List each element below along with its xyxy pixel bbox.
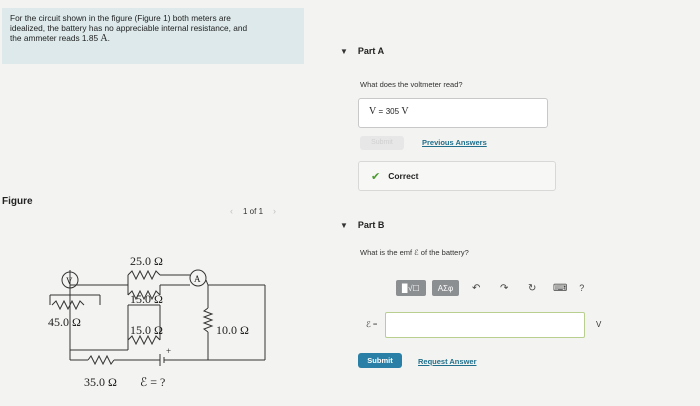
answer-value: 305 [385, 107, 400, 116]
label-15-ohm-lower: 15.0 Ω [130, 323, 163, 337]
figure-label: Figure [2, 196, 33, 207]
checkmark-icon: ✔ [371, 170, 381, 183]
request-answer-link[interactable]: Request Answer [418, 357, 477, 366]
part-b-title: Part B [357, 220, 385, 230]
part-a-question: What does the voltmeter read? [360, 80, 463, 89]
reset-icon[interactable]: ↻ [521, 283, 543, 294]
templates-button[interactable]: ▉√☐ [396, 280, 426, 296]
caret-down-icon: ▼ [340, 46, 348, 56]
part-b-header[interactable]: ▼ Part B [340, 220, 384, 230]
ammeter-unit: A [100, 33, 108, 44]
redo-icon[interactable]: ↷ [493, 283, 515, 294]
battery-plus-symbol: + [166, 346, 171, 356]
caret-down-icon: ▼ [340, 220, 348, 230]
label-25-ohm: 25.0 Ω [130, 254, 163, 268]
keyboard-icon[interactable]: ⌨ [549, 283, 571, 294]
next-figure-icon[interactable]: › [273, 206, 276, 216]
correct-label: Correct [388, 171, 419, 181]
part-a-title: Part A [357, 46, 385, 56]
part-a-header[interactable]: ▼ Part A [340, 46, 384, 56]
problem-line-3: the ammeter reads 1.85 A. [10, 33, 110, 44]
answer-variable: V [369, 106, 377, 117]
part-b-question: What is the emf ℰ of the battery? [360, 248, 469, 257]
part-a-submit-button[interactable]: Submit [360, 136, 404, 150]
circuit-diagram: 25.0 Ω 15.0 Ω 45.0 Ω 15.0 Ω 10.0 Ω 35.0 … [48, 254, 266, 389]
ammeter-symbol: A [194, 274, 201, 284]
label-35-ohm: 35.0 Ω [84, 375, 117, 389]
label-45-ohm: 45.0 Ω [48, 315, 81, 329]
previous-answers-link[interactable]: Previous Answers [422, 138, 487, 147]
greek-symbols-button[interactable]: ΑΣφ [431, 280, 460, 296]
problem-line-1: For the circuit shown in the figure (Fig… [10, 13, 231, 23]
part-b-submit-button[interactable]: Submit [358, 353, 402, 368]
undo-icon[interactable]: ↶ [465, 283, 487, 294]
label-15-ohm-upper: 15.0 Ω [130, 292, 163, 306]
answer-equals: = [378, 107, 384, 116]
emf-input[interactable] [385, 312, 585, 338]
pager-text: 1 of 1 [243, 206, 264, 216]
problem-statement: For the circuit shown in the figure (Fig… [2, 8, 304, 64]
emf-unit-label: V [596, 320, 602, 329]
correct-feedback: ✔ Correct [358, 161, 556, 191]
answer-unit: V [401, 106, 409, 117]
emf-input-label: ℰ = [366, 320, 378, 329]
math-toolbar: ▉√☐ ΑΣφ ↶ ↷ ↻ ⌨ ? [396, 280, 584, 296]
voltmeter-symbol: V [66, 276, 73, 286]
figure-pager: ‹ 1 of 1 › [230, 206, 276, 216]
part-a-answer-box: V = 305 V [358, 98, 548, 128]
label-emf: ℰ = ? [140, 375, 165, 389]
problem-line-2: idealized, the battery has no appreciabl… [10, 23, 248, 33]
label-10-ohm: 10.0 Ω [216, 323, 249, 337]
prev-figure-icon[interactable]: ‹ [230, 206, 233, 216]
help-icon[interactable]: ? [579, 283, 584, 293]
